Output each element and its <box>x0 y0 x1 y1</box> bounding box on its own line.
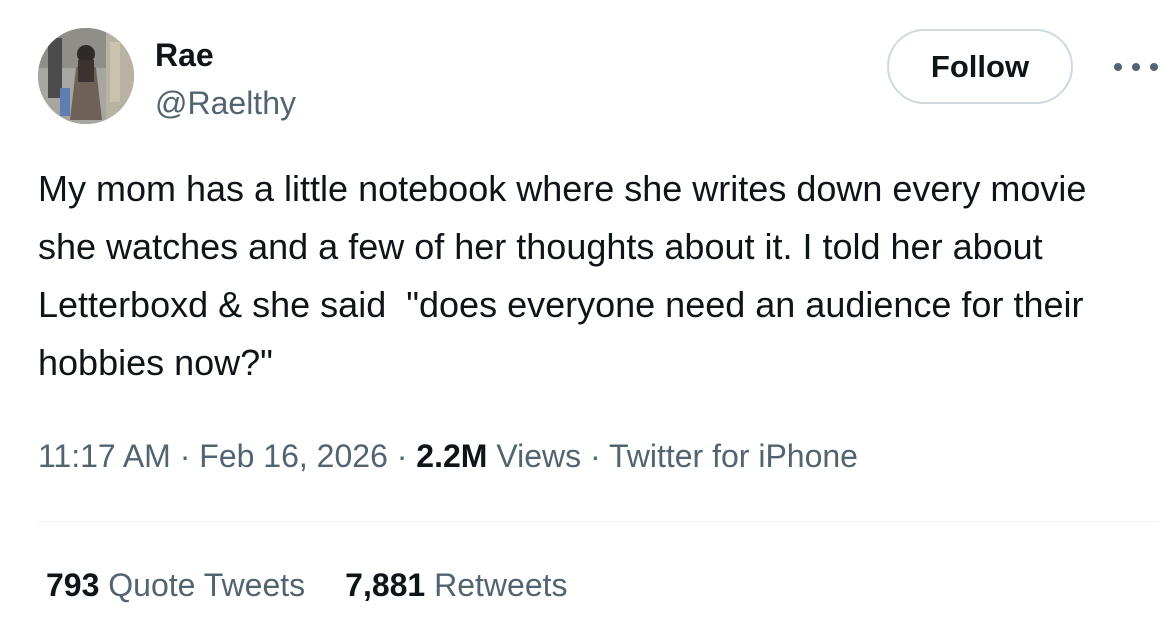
author-handle[interactable]: @Raelthy <box>155 84 296 122</box>
quote-tweets-label: Quote Tweets <box>108 567 306 603</box>
avatar-photo <box>38 28 134 124</box>
dot-icon <box>1114 63 1122 71</box>
retweets-count: 7,881 <box>345 567 426 603</box>
tweet-date[interactable]: Feb 16, 2026 <box>199 438 388 474</box>
tweet-time[interactable]: 11:17 AM <box>38 438 171 474</box>
dot-icon <box>1132 63 1140 71</box>
more-horizontal-icon[interactable] <box>1114 54 1158 80</box>
meta-separator: · <box>170 438 200 474</box>
quote-tweets-count: 793 <box>46 567 100 603</box>
views-count: 2.2M <box>416 438 488 474</box>
tweet-stats: 793 Quote Tweets 7,881 Retweets <box>46 563 568 607</box>
tweet-meta: 11:17 AM · Feb 16, 2026 · 2.2M Views · T… <box>38 434 858 478</box>
avatar[interactable] <box>38 28 134 124</box>
divider <box>38 521 1158 522</box>
tweet-source[interactable]: Twitter for iPhone <box>609 438 858 474</box>
quote-tweets-link[interactable]: 793 Quote Tweets <box>46 563 305 607</box>
views-label: Views <box>496 438 582 474</box>
tweet-text: My mom has a little notebook where she w… <box>38 168 1097 383</box>
author-name[interactable]: Rae <box>155 36 214 74</box>
dot-icon <box>1150 63 1158 71</box>
retweets-link[interactable]: 7,881 Retweets <box>345 563 567 607</box>
meta-separator: · <box>387 438 417 474</box>
follow-button[interactable]: Follow <box>887 29 1073 104</box>
retweets-label: Retweets <box>434 567 568 603</box>
meta-separator: · <box>581 438 609 474</box>
